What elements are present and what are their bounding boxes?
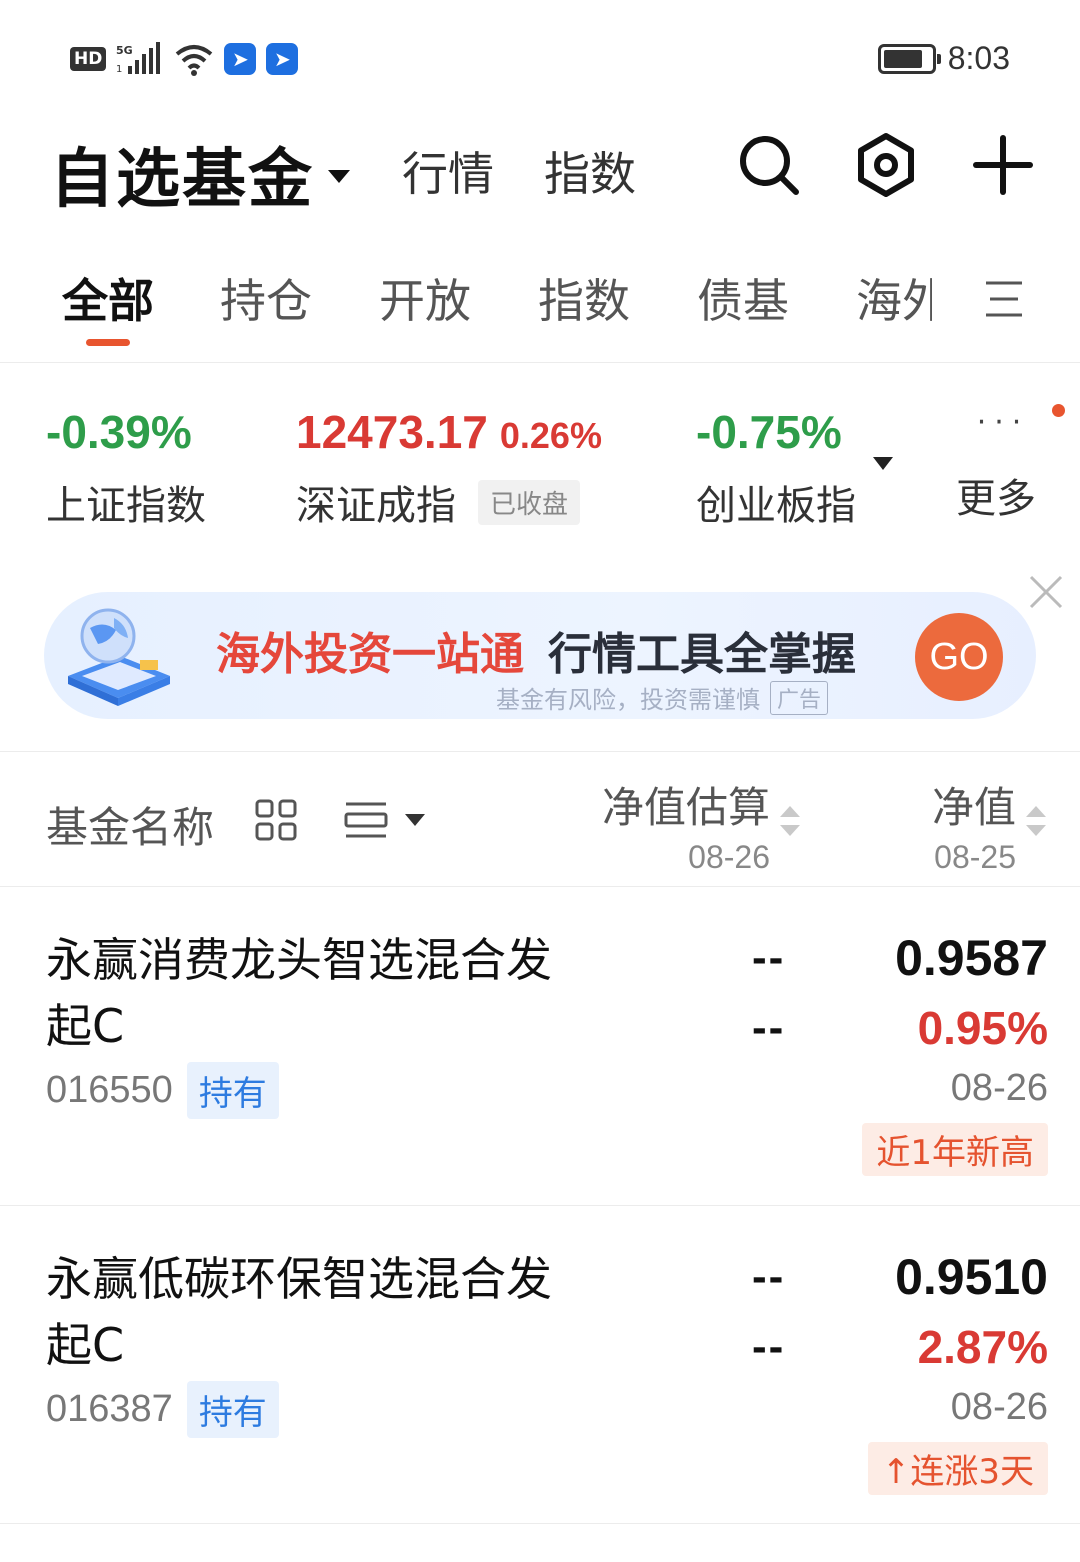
estimate-change: -- — [752, 1003, 786, 1052]
app-notification-icon: ➤ — [266, 43, 299, 75]
streak-badge: ↑连涨3天 — [867, 1442, 1048, 1495]
page-title: 自选基金 — [50, 143, 314, 217]
sort-icon[interactable] — [1026, 806, 1046, 836]
active-tab-indicator — [86, 339, 130, 346]
banner-headline-red: 海外投资一站通 — [216, 629, 524, 680]
app-notification-icon: ➤ — [224, 43, 257, 75]
nav-title: 净值 — [931, 783, 1016, 832]
grid-view-icon[interactable] — [254, 798, 298, 842]
more-label: 更多 — [956, 476, 1036, 522]
index-value: 12473.17 — [296, 406, 488, 458]
arrow-up-icon: ↑ — [881, 1452, 911, 1492]
estimate-change: -- — [752, 1322, 786, 1371]
streak-label: 连涨3天 — [910, 1452, 1034, 1492]
svg-text:5G: 5G — [116, 44, 133, 57]
globe-illustration-icon — [68, 608, 170, 706]
fund-row[interactable]: 永赢低碳环保智选混合发起C 016387 持有 -- -- 0.9510 2.8… — [0, 1206, 1080, 1524]
banner-headline-dark: 行情工具全掌握 — [548, 629, 856, 680]
tab-overseas[interactable]: 海外 — [856, 265, 932, 331]
add-icon[interactable] — [968, 130, 1038, 200]
more-indices-button[interactable]: ··· 更多 — [956, 405, 1036, 524]
ad-tag: 广告 — [770, 680, 829, 715]
fund-row[interactable]: 永赢消费龙头智选混合发起C 016550 持有 -- -- 0.9587 0.9… — [0, 887, 1080, 1205]
status-right: 8:03 — [877, 40, 1010, 77]
banner-disclaimer: 基金有风险，投资需谨慎 广告 — [496, 680, 829, 715]
fund-code-line: 016387 持有 — [46, 1381, 279, 1438]
estimate-date: 08-26 — [688, 839, 770, 875]
tab-open[interactable]: 开放 — [379, 265, 471, 331]
fund-name-column-header: 基金名称 — [46, 803, 215, 852]
estimate-value: -- — [752, 1252, 786, 1301]
watchlist-dropdown[interactable]: 自选基金 — [50, 128, 350, 220]
fund-code: 016387 — [46, 1388, 173, 1430]
index-value: -0.75% — [696, 406, 842, 458]
settings-icon[interactable] — [851, 130, 921, 200]
estimate-column-header[interactable]: 净值估算 08-26 — [602, 774, 770, 876]
divider — [0, 362, 1080, 363]
fund-list-header: 基金名称 净值估算 08-26 净值 08-25 — [0, 752, 1080, 887]
caret-down-icon — [328, 169, 350, 183]
index-value: -0.39% — [46, 406, 192, 458]
wifi-icon — [176, 45, 213, 76]
search-icon[interactable] — [734, 130, 804, 200]
nav-value: 0.9587 — [895, 930, 1048, 986]
index-name: 创业板指 — [696, 483, 856, 529]
hd-icon: HD — [70, 47, 107, 71]
list-view-icon[interactable] — [344, 800, 388, 840]
index-name: 深证成指 — [296, 483, 456, 529]
holding-tag: 持有 — [186, 1062, 279, 1119]
nav-date: 08-26 — [950, 1386, 1048, 1428]
notification-dot — [1052, 404, 1065, 417]
caret-down-icon[interactable] — [873, 457, 893, 470]
battery-icon — [877, 43, 941, 74]
index-change: 0.26% — [499, 415, 602, 456]
index-name: 上证指数 — [46, 483, 206, 529]
holding-tag: 持有 — [186, 1381, 279, 1438]
index-chinext[interactable]: -0.75% 创业板指 — [696, 405, 856, 531]
estimate-value: -- — [752, 933, 786, 982]
app-header: 自选基金 行情 指数 — [0, 120, 1080, 220]
clock: 8:03 — [947, 40, 1010, 76]
tab-all[interactable]: 全部 — [62, 265, 154, 331]
fund-code: 016550 — [46, 1069, 173, 1111]
risk-note: 基金有风险，投资需谨慎 — [496, 686, 760, 714]
caret-down-icon[interactable] — [405, 814, 425, 826]
market-closed-badge: 已收盘 — [478, 479, 581, 525]
index-sse[interactable]: -0.39% 上证指数 — [46, 405, 206, 531]
close-icon[interactable] — [1026, 572, 1066, 612]
estimate-title: 净值估算 — [601, 783, 770, 832]
tab-index-funds[interactable]: 指数 — [538, 265, 630, 331]
signal-5g-icon: 5G 1 — [116, 42, 161, 75]
nav-column-header[interactable]: 净值 08-25 — [932, 774, 1016, 876]
svg-text:1: 1 — [116, 64, 122, 75]
tab-market[interactable]: 行情 — [402, 138, 494, 204]
tab-holdings[interactable]: 持仓 — [220, 265, 312, 331]
fund-name: 永赢低碳环保智选混合发起C — [46, 1252, 552, 1372]
nav-date: 08-26 — [950, 1067, 1048, 1109]
highlight-badge: 近1年新高 — [862, 1123, 1048, 1176]
sort-icon[interactable] — [780, 806, 800, 836]
fund-code-line: 016550 持有 — [46, 1062, 279, 1119]
status-left: HD 5G 1 ➤ ➤ — [70, 42, 299, 76]
tab-bond-funds[interactable]: 债基 — [697, 265, 789, 331]
nav-change: 2.87% — [917, 1321, 1048, 1373]
more-dots-icon: ··· — [976, 405, 1030, 440]
fund-name: 永赢消费龙头智选混合发起C — [46, 933, 552, 1053]
ad-banner[interactable]: 海外投资一站通 行情工具全掌握 基金有风险，投资需谨慎 广告 GO — [44, 592, 1036, 719]
index-szse[interactable]: 12473.17 0.26% 深证成指 已收盘 — [296, 405, 602, 531]
category-tabs: 全部 持仓 开放 指数 债基 海外 — [0, 255, 1080, 355]
divider — [0, 1523, 1080, 1524]
menu-icon[interactable] — [984, 279, 1024, 319]
nav-change: 0.95% — [917, 1002, 1048, 1054]
status-bar: HD 5G 1 ➤ ➤ 8:03 — [0, 0, 1080, 120]
tab-index[interactable]: 指数 — [544, 138, 636, 204]
nav-value: 0.9510 — [895, 1249, 1048, 1305]
nav-date: 08-25 — [934, 839, 1016, 875]
go-button[interactable]: GO — [915, 613, 1003, 701]
